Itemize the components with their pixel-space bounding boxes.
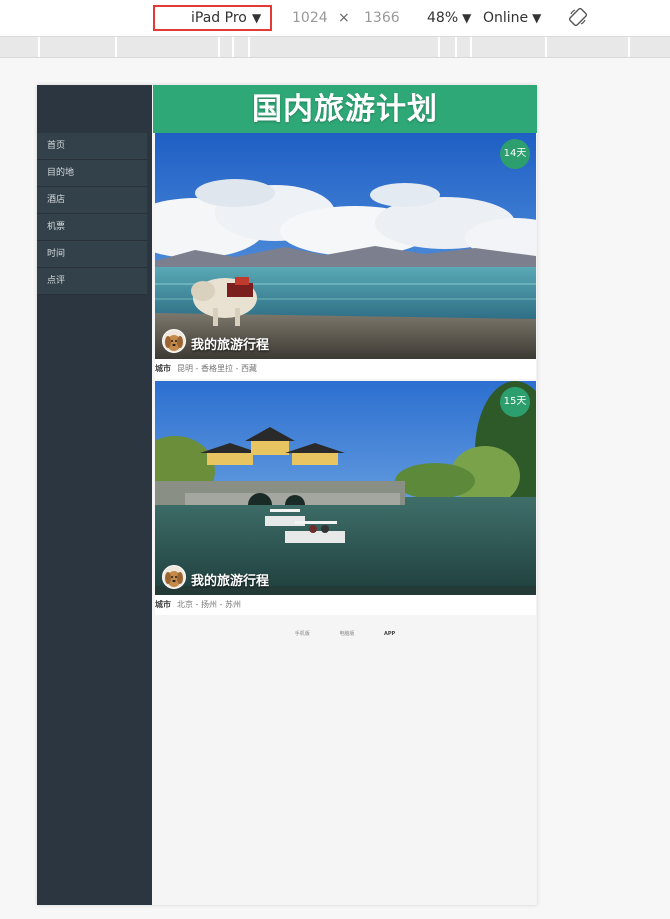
media-query-bar[interactable] bbox=[0, 37, 670, 58]
sidebar-item-reviews[interactable]: 点评 bbox=[37, 268, 147, 295]
city-label: 城市 bbox=[155, 364, 171, 373]
sidebar-nav: 首页 目的地 酒店 机票 时间 点评 bbox=[37, 133, 147, 295]
zoom-value: 48% bbox=[427, 10, 459, 26]
footer-link-mobile[interactable]: 手机版 bbox=[295, 631, 310, 637]
pavilion-bridge-photo bbox=[155, 381, 536, 595]
chevron-down-icon: ▼ bbox=[252, 11, 262, 25]
lake-yak-photo bbox=[155, 133, 536, 359]
sidebar-item-time[interactable]: 时间 bbox=[37, 241, 147, 268]
footer-links: 手机版 电脑版 APP bbox=[153, 630, 537, 637]
times-icon: × bbox=[338, 10, 350, 26]
days-badge: 15天 bbox=[500, 387, 530, 417]
days-badge: 14天 bbox=[500, 139, 530, 169]
device-toolbar: iPad Pro ▼ 1024 × 1366 48% ▼ Online ▼ bbox=[0, 0, 670, 37]
footer-link-app[interactable]: APP bbox=[384, 631, 395, 637]
device-viewport: 首页 目的地 酒店 机票 时间 点评 国内旅游计划 14天 我的旅游行程 城市 … bbox=[37, 85, 537, 905]
trip-photo[interactable]: 14天 我的旅游行程 bbox=[155, 133, 536, 359]
avatar[interactable] bbox=[162, 329, 186, 353]
device-name: iPad Pro bbox=[191, 10, 247, 26]
sidebar-item-home[interactable]: 首页 bbox=[37, 133, 147, 160]
page-header: 国内旅游计划 bbox=[153, 85, 537, 133]
city-label: 城市 bbox=[155, 600, 171, 609]
dog-avatar-icon bbox=[163, 330, 185, 352]
width-input[interactable]: 1024 bbox=[292, 10, 328, 26]
device-selector[interactable]: iPad Pro ▼ bbox=[153, 5, 272, 31]
chevron-down-icon: ▼ bbox=[462, 11, 472, 25]
route-text: 昆明 - 香格里拉 - 西藏 bbox=[177, 364, 257, 373]
footer-link-desktop[interactable]: 电脑版 bbox=[339, 631, 354, 637]
sidebar: 首页 目的地 酒店 机票 时间 点评 bbox=[37, 85, 152, 905]
sidebar-item-flights[interactable]: 机票 bbox=[37, 214, 147, 241]
trip-photo[interactable]: 15天 我的旅游行程 bbox=[155, 381, 536, 595]
zoom-select[interactable]: 48% ▼ bbox=[427, 10, 471, 26]
network-value: Online bbox=[483, 10, 529, 26]
trip-title: 我的旅游行程 bbox=[191, 338, 270, 353]
page-title: 国内旅游计划 bbox=[252, 92, 438, 127]
dog-avatar-icon bbox=[163, 566, 185, 588]
route-info: 城市 昆明 - 香格里拉 - 西藏 bbox=[155, 359, 536, 379]
route-info: 城市 北京 - 扬州 - 苏州 bbox=[155, 595, 536, 615]
main-content: 国内旅游计划 14天 我的旅游行程 城市 昆明 - 香格里拉 - 西藏 15天 … bbox=[153, 85, 537, 905]
network-throttle-select[interactable]: Online ▼ bbox=[483, 10, 541, 26]
sidebar-item-destination[interactable]: 目的地 bbox=[37, 160, 147, 187]
sidebar-item-hotel[interactable]: 酒店 bbox=[37, 187, 147, 214]
rotate-icon[interactable] bbox=[568, 7, 588, 27]
route-text: 北京 - 扬州 - 苏州 bbox=[177, 600, 241, 609]
avatar[interactable] bbox=[162, 565, 186, 589]
trip-title: 我的旅游行程 bbox=[191, 574, 270, 589]
chevron-down-icon: ▼ bbox=[532, 11, 542, 25]
height-input[interactable]: 1366 bbox=[364, 10, 400, 26]
